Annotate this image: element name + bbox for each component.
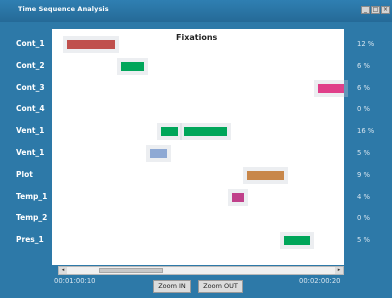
row-label: Temp_2 [16,213,48,223]
row-percent: 0 % [357,214,370,223]
window-titlebar: Time Sequence Analysis _ □ × [0,0,392,22]
row-label: Vent_1 [16,148,45,157]
timeline-scrollbar[interactable]: ◂ ▸ [58,266,344,275]
fixation-bar[interactable] [160,127,179,137]
maximize-button[interactable]: □ [371,6,380,14]
scroll-right-icon[interactable]: ▸ [335,267,343,274]
row-percent: 9 % [357,170,370,179]
fixation-bar[interactable] [232,192,244,202]
fixation-bar[interactable] [246,170,284,180]
row-label: Cont_2 [16,60,45,70]
row-label: Pres_1 [16,235,44,245]
close-button[interactable]: × [381,6,390,14]
scroll-thumb[interactable] [99,268,163,273]
row-percent: 6 % [357,83,370,92]
timeline-end-time: 00:02:00:20 [299,277,341,285]
row-label: Cont_3 [16,82,45,92]
row-percent: 0 % [357,105,370,114]
fixation-bar[interactable] [283,236,310,246]
row-percent: 4 % [357,192,370,201]
row-label: Temp_1 [16,191,48,201]
row-percent: 12 % [357,40,375,48]
fixation-bar[interactable] [183,127,227,137]
fixations-chart-area [52,29,344,265]
row-percent: 6 % [357,61,370,70]
fixation-bar[interactable] [120,61,144,71]
row-percent: 5 % [357,149,370,157]
zoom-out-button[interactable]: Zoom OUT [198,280,243,293]
row-label: Cont_4 [16,104,45,114]
timeline-start-time: 00:01:00:10 [54,277,96,285]
chart-title: Fixations [176,33,218,42]
row-label: Cont_1 [16,39,45,48]
fixation-bar[interactable] [66,40,116,49]
zoom-in-button[interactable]: Zoom IN [153,280,191,293]
row-percent: 16 % [357,127,375,136]
row-label: Plot [16,169,33,179]
row-percent: 5 % [357,236,370,245]
row-label: Vent_1 [16,126,45,136]
minimize-button[interactable]: _ [361,6,370,14]
window-title: Time Sequence Analysis [18,5,109,13]
fixation-bar[interactable] [318,83,344,93]
scroll-left-icon[interactable]: ◂ [59,267,67,274]
fixation-bar[interactable] [149,149,167,158]
